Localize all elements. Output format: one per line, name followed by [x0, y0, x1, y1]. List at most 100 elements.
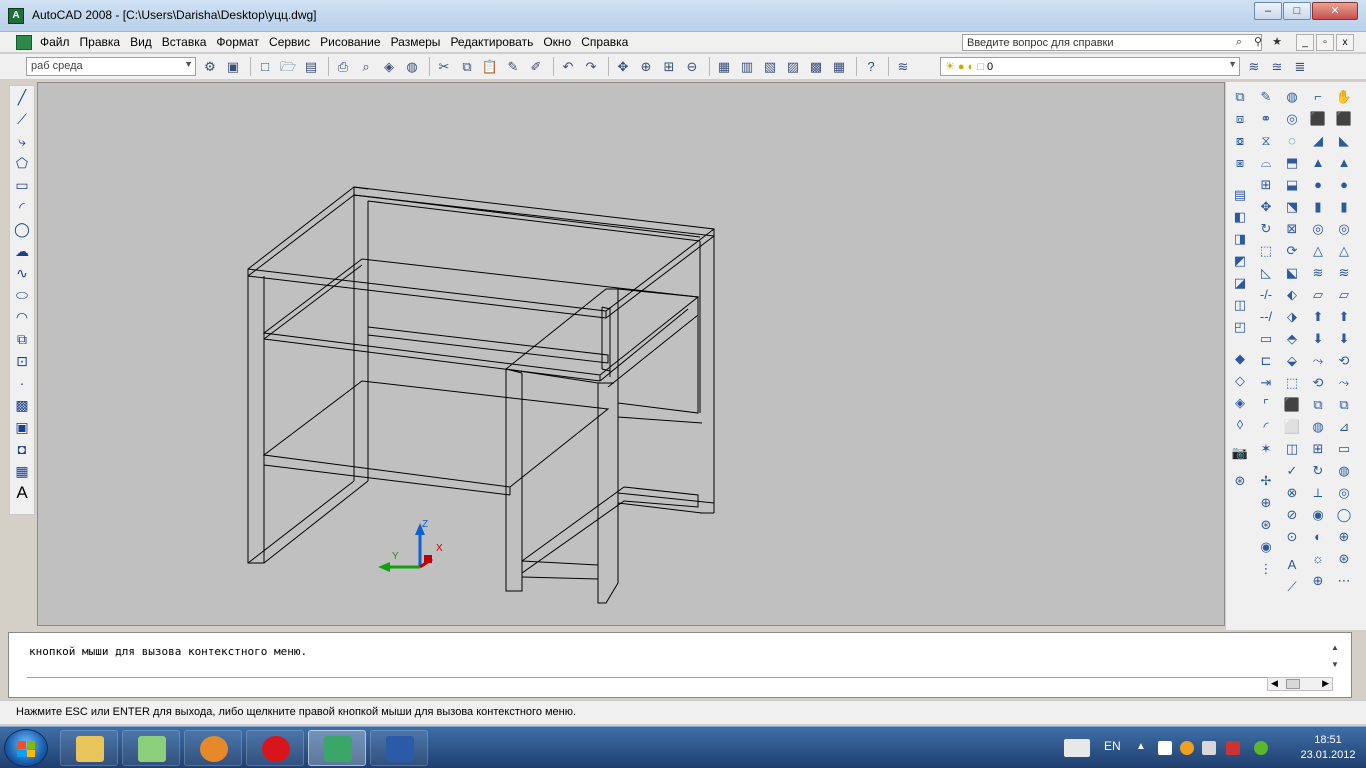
wedge-solid-icon[interactable]: ◣	[1332, 130, 1356, 152]
ne-iso-icon[interactable]: ◈	[1228, 392, 1252, 414]
taskbar-media-player[interactable]	[184, 730, 242, 766]
cylinder-solid-icon[interactable]: ▮	[1332, 196, 1356, 218]
press-icon[interactable]: ⬇	[1332, 328, 1356, 350]
help-icon[interactable]: ?	[861, 57, 881, 76]
layer-states-icon[interactable]: ≣	[1290, 57, 1310, 76]
device-icon[interactable]	[1158, 741, 1172, 755]
polygon-icon[interactable]: ⬠	[10, 152, 34, 174]
top-view-icon[interactable]: ◧	[1228, 206, 1252, 228]
separate-icon[interactable]: ⬜	[1280, 416, 1304, 438]
materials-icon[interactable]: ◐	[1306, 526, 1330, 548]
line-icon[interactable]: ╱	[10, 86, 34, 108]
open-folder-icon[interactable]: 🗁	[278, 57, 298, 76]
cylinder-icon[interactable]: ▮	[1306, 196, 1330, 218]
circle-icon[interactable]: ◯	[10, 218, 34, 240]
block-editor-icon[interactable]: ✐	[526, 57, 546, 76]
3d-orbit-icon[interactable]: ⊛	[1254, 514, 1278, 536]
insert-block-icon[interactable]: ⧉	[10, 328, 34, 350]
check-icon[interactable]: ✓	[1280, 460, 1304, 482]
scroll-up-icon[interactable]: ▲	[1331, 643, 1345, 652]
taskbar-autocad[interactable]	[308, 730, 366, 766]
sweep-icon[interactable]: ⤳	[1306, 350, 1330, 372]
undo-icon[interactable]: ↶	[558, 57, 578, 76]
snap-icon[interactable]: ⊕	[1306, 570, 1330, 592]
camera-adjust-icon[interactable]: ◉	[1254, 536, 1278, 558]
taskbar-photos[interactable]	[122, 730, 180, 766]
measure-icon[interactable]: ⋯	[1332, 570, 1356, 592]
close-button[interactable]: ✕	[1312, 2, 1358, 20]
menu-edit[interactable]: Правка	[80, 35, 121, 49]
start-button[interactable]	[4, 729, 48, 767]
workspace-settings-icon[interactable]: ⚙	[200, 57, 220, 76]
minimize-button[interactable]: –	[1254, 2, 1282, 20]
slice-icon[interactable]: ⊙	[1280, 526, 1304, 548]
new-file-icon[interactable]: □	[255, 57, 275, 76]
construction-line-icon[interactable]: ⟋	[10, 108, 34, 130]
3d-rotate-icon[interactable]: ↻	[1306, 460, 1330, 482]
ellipse-arc-icon[interactable]: ◠	[10, 306, 34, 328]
stretch-icon[interactable]: ◺	[1254, 262, 1278, 284]
shell-icon[interactable]: ◫	[1280, 438, 1304, 460]
print-preview-icon[interactable]: ⌕	[356, 57, 376, 76]
taskbar-opera[interactable]	[246, 730, 304, 766]
helix-icon[interactable]: ≋	[1306, 262, 1330, 284]
extrude-faces-icon[interactable]: ⬒	[1280, 152, 1304, 174]
union-solid-icon[interactable]: ◍	[1306, 416, 1330, 438]
torus-solid-icon[interactable]: ◎	[1332, 218, 1356, 240]
taskbar-explorer[interactable]	[60, 730, 118, 766]
nw-iso-icon[interactable]: ◊	[1228, 414, 1252, 436]
menu-draw[interactable]: Рисование	[320, 35, 380, 49]
language-indicator[interactable]: EN	[1104, 739, 1121, 753]
taper-faces-icon[interactable]: ⬕	[1280, 262, 1304, 284]
render-icon[interactable]: ◉	[1306, 504, 1330, 526]
loft-solid-icon[interactable]: ⧉	[1332, 394, 1356, 416]
scroll-thumb[interactable]	[1286, 679, 1300, 689]
command-vertical-scrollbar[interactable]: ▲ ▼	[1331, 643, 1345, 675]
interfere-icon[interactable]: ⊗	[1280, 482, 1304, 504]
clean-icon[interactable]: ⬛	[1280, 394, 1304, 416]
match-properties-icon[interactable]: ✎	[503, 57, 523, 76]
3d-pan-icon[interactable]: ✋	[1332, 86, 1356, 108]
offset-faces-icon[interactable]: ⬔	[1280, 196, 1304, 218]
help-search-input[interactable]	[962, 34, 1262, 51]
named-views-icon[interactable]: ▤	[1228, 184, 1252, 206]
menu-file[interactable]: Файл	[40, 35, 70, 49]
volume-icon[interactable]	[1202, 741, 1216, 755]
color-edges-icon[interactable]: ⬙	[1280, 350, 1304, 372]
favorites-star-icon[interactable]: ★	[1268, 34, 1286, 51]
move-icon[interactable]: ✥	[1254, 196, 1278, 218]
explode-icon[interactable]: ✶	[1254, 438, 1278, 460]
menu-format[interactable]: Формат	[216, 35, 259, 49]
scroll-left-icon[interactable]: ◀	[1271, 678, 1278, 689]
mirror-icon[interactable]: ⧖	[1254, 130, 1278, 152]
menu-insert[interactable]: Вставка	[162, 35, 207, 49]
rotate-faces-icon[interactable]: ⟳	[1280, 240, 1304, 262]
right-view-icon[interactable]: ◪	[1228, 272, 1252, 294]
trim-icon[interactable]: -/-	[1254, 284, 1278, 306]
spring-icon[interactable]: ≋	[1332, 262, 1356, 284]
redo-icon[interactable]: ↷	[581, 57, 601, 76]
zoom-icon[interactable]: ⊕	[1254, 492, 1278, 514]
sweep-solid-icon[interactable]: ⤳	[1332, 372, 1356, 394]
cone-solid-icon[interactable]: ▲	[1332, 152, 1356, 174]
network-signal-icon[interactable]	[1226, 741, 1240, 755]
show-hidden-icons[interactable]: ▲	[1136, 741, 1150, 755]
autocad-app-icon[interactable]: A	[8, 8, 24, 24]
fillet-icon[interactable]: ◜	[1254, 416, 1278, 438]
layer-manager-icon[interactable]: ≋	[893, 57, 913, 76]
menu-dimension[interactable]: Размеры	[391, 35, 441, 49]
copy-faces-icon[interactable]: ⬖	[1280, 284, 1304, 306]
zoom-realtime-icon[interactable]: ⊕	[636, 57, 656, 76]
clock[interactable]: 18:51 23.01.2012	[1298, 733, 1358, 763]
delete-faces-icon[interactable]: ⊠	[1280, 218, 1304, 240]
walk-icon[interactable]: ⋮	[1254, 558, 1278, 580]
doc-restore-button[interactable]: ▫	[1316, 34, 1334, 51]
make-layer-current-icon[interactable]: ≋	[1244, 57, 1264, 76]
subtract-icon[interactable]: ◎	[1280, 108, 1304, 130]
multiline-text-icon[interactable]: A	[10, 482, 34, 504]
intersect-icon[interactable]: ◌	[1280, 130, 1304, 152]
publish-web-icon[interactable]: ◍	[402, 57, 422, 76]
calculator-icon[interactable]: ▦	[829, 57, 849, 76]
presspull-icon[interactable]: ⬇	[1306, 328, 1330, 350]
array-icon[interactable]: ⊞	[1254, 174, 1278, 196]
